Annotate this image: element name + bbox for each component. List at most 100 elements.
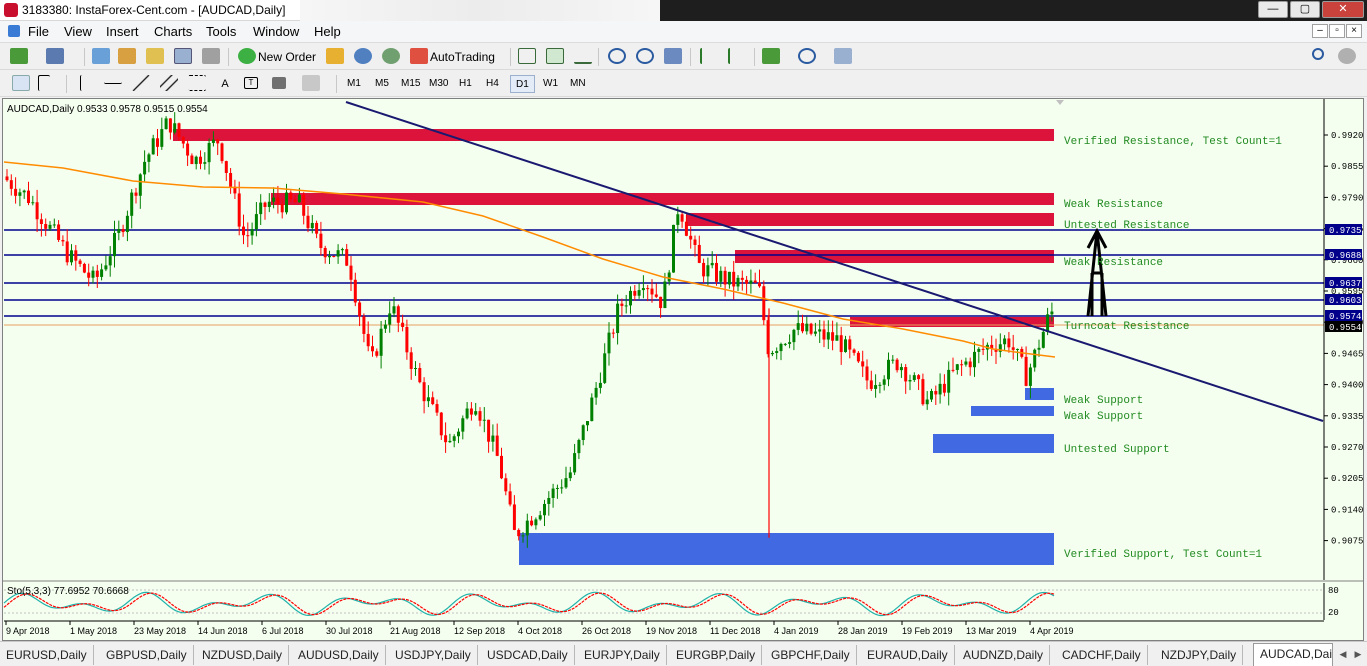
tab-eurgbp[interactable]: EURGBP,Daily bbox=[670, 645, 763, 665]
timeframe-h4[interactable]: H4 bbox=[481, 75, 504, 93]
tabs-scroll-left-icon[interactable]: ◀ bbox=[1336, 646, 1350, 662]
tab-euraud[interactable]: EURAUD,Daily bbox=[861, 645, 955, 665]
chart-window[interactable]: Verified Resistance, Test Count=1 Weak Re… bbox=[2, 98, 1364, 641]
tab-cadchf[interactable]: CADCHF,Daily bbox=[1056, 645, 1148, 665]
line-chart-icon[interactable] bbox=[574, 48, 592, 64]
mdi-close-button[interactable]: × bbox=[1346, 24, 1362, 38]
navigator-icon[interactable] bbox=[146, 48, 164, 64]
untested-resistance-zone[interactable] bbox=[686, 213, 1054, 226]
timeframe-d1[interactable]: D1 bbox=[510, 75, 535, 93]
timeframe-m5[interactable]: M5 bbox=[370, 75, 394, 93]
rectangle-icon[interactable] bbox=[272, 77, 286, 89]
fibonacci-icon[interactable] bbox=[188, 75, 206, 91]
trendline-icon[interactable] bbox=[132, 75, 150, 91]
menu-charts[interactable]: Charts bbox=[154, 24, 192, 39]
tab-usdjpy[interactable]: USDJPY,Daily bbox=[389, 645, 478, 665]
new-order-button[interactable]: New Order bbox=[258, 47, 316, 67]
price-chart[interactable]: Verified Resistance, Test Count=1 Weak Re… bbox=[3, 99, 1363, 640]
menu-view[interactable]: View bbox=[64, 24, 92, 39]
text-icon[interactable]: A bbox=[218, 74, 232, 94]
timeframe-m1[interactable]: M1 bbox=[342, 75, 366, 93]
bar-chart-icon[interactable] bbox=[518, 48, 536, 64]
zoom-out-icon[interactable] bbox=[636, 48, 654, 64]
bullish-candle bbox=[878, 384, 882, 386]
timeframe-m15[interactable]: M15 bbox=[396, 75, 425, 93]
verified-support-zone[interactable] bbox=[519, 533, 1054, 565]
tab-gbpchf[interactable]: GBPCHF,Daily bbox=[765, 645, 857, 665]
menu-file[interactable]: File bbox=[28, 24, 49, 39]
chat-icon[interactable] bbox=[1338, 48, 1356, 64]
tab-audcad[interactable]: AUDCAD,Daily bbox=[1253, 643, 1333, 666]
indicators-icon[interactable] bbox=[762, 48, 780, 64]
mdi-restore-button[interactable]: ▫ bbox=[1329, 24, 1345, 38]
periods-clock-icon[interactable] bbox=[798, 48, 816, 64]
tab-nzdjpy[interactable]: NZDJPY,Daily bbox=[1155, 645, 1244, 665]
untested-support-zone[interactable] bbox=[933, 434, 1054, 453]
vertical-line-icon[interactable] bbox=[80, 75, 86, 91]
maximize-button[interactable]: ▢ bbox=[1290, 1, 1320, 18]
autotrading-icon[interactable] bbox=[410, 48, 428, 64]
bearish-candle bbox=[375, 351, 379, 356]
bullish-candle bbox=[616, 303, 620, 334]
close-button[interactable]: ✕ bbox=[1322, 1, 1364, 18]
menu-tools[interactable]: Tools bbox=[206, 24, 236, 39]
search-icon[interactable] bbox=[1312, 48, 1324, 60]
mdi-minimize-button[interactable]: – bbox=[1312, 24, 1328, 38]
menu-insert[interactable]: Insert bbox=[106, 24, 139, 39]
market-watch-icon[interactable] bbox=[92, 48, 110, 64]
text-label-icon[interactable]: T bbox=[244, 77, 258, 89]
arrows-icon[interactable] bbox=[302, 75, 320, 91]
tab-audnzd[interactable]: AUDNZD,Daily bbox=[957, 645, 1051, 665]
channel-icon[interactable] bbox=[160, 75, 178, 91]
date-tick-label: 30 Jul 2018 bbox=[326, 626, 373, 636]
data-window-icon[interactable] bbox=[118, 48, 136, 64]
tab-eurjpy[interactable]: EURJPY,Daily bbox=[578, 645, 667, 665]
crosshair-icon[interactable] bbox=[38, 75, 50, 91]
metaeditor-icon[interactable] bbox=[326, 48, 344, 64]
tab-audusd[interactable]: AUDUSD,Daily bbox=[292, 645, 386, 665]
profiles-icon[interactable] bbox=[46, 48, 64, 64]
level-price-label: 0.9637 bbox=[1329, 279, 1361, 289]
bearish-candle bbox=[904, 367, 908, 382]
tile-windows-icon[interactable] bbox=[664, 48, 682, 64]
menu-help[interactable]: Help bbox=[314, 24, 341, 39]
tab-eurusd[interactable]: EURUSD,Daily bbox=[0, 645, 94, 665]
tab-nzdusd[interactable]: NZDUSD,Daily bbox=[196, 645, 290, 665]
bearish-candle bbox=[981, 348, 985, 350]
tab-gbpusd[interactable]: GBPUSD,Daily bbox=[100, 645, 194, 665]
strategy-tester-icon[interactable] bbox=[202, 48, 220, 64]
signals-icon[interactable] bbox=[382, 48, 400, 64]
weak-support-zone-2[interactable] bbox=[971, 406, 1054, 416]
bullish-candle bbox=[448, 440, 452, 443]
bullish-candle bbox=[629, 290, 632, 306]
candlestick-chart-icon[interactable] bbox=[546, 48, 564, 64]
autotrading-button[interactable]: AutoTrading bbox=[430, 47, 495, 67]
timeframe-w1[interactable]: W1 bbox=[538, 75, 563, 93]
horizontal-line-icon[interactable] bbox=[104, 75, 122, 84]
new-chart-icon[interactable] bbox=[10, 48, 28, 64]
tabs-scroll-right-icon[interactable]: ▶ bbox=[1351, 646, 1365, 662]
timeframe-m30[interactable]: M30 bbox=[424, 75, 453, 93]
weak-support-zone[interactable] bbox=[1025, 388, 1054, 400]
minimize-button[interactable]: — bbox=[1258, 1, 1288, 18]
community-icon[interactable] bbox=[354, 48, 372, 64]
weak-resistance-zone-2[interactable] bbox=[735, 250, 1054, 263]
bearish-candle bbox=[680, 214, 684, 222]
cursor-icon[interactable] bbox=[12, 75, 30, 91]
tab-usdcad[interactable]: USDCAD,Daily bbox=[481, 645, 575, 665]
bullish-candle bbox=[637, 290, 641, 296]
zoom-in-icon[interactable] bbox=[608, 48, 626, 64]
terminal-icon[interactable] bbox=[174, 48, 192, 64]
bullish-candle bbox=[22, 190, 26, 193]
bearish-candle bbox=[650, 288, 654, 295]
bearish-candle bbox=[487, 419, 491, 442]
timeframe-mn[interactable]: MN bbox=[565, 75, 591, 93]
templates-icon[interactable] bbox=[834, 48, 852, 64]
chart-shift-icon[interactable] bbox=[700, 48, 718, 64]
new-order-icon[interactable] bbox=[238, 48, 256, 64]
verified-resistance-zone[interactable] bbox=[173, 129, 1054, 141]
auto-scroll-icon[interactable] bbox=[728, 48, 746, 64]
bullish-candle bbox=[891, 359, 895, 361]
menu-window[interactable]: Window bbox=[253, 24, 299, 39]
timeframe-h1[interactable]: H1 bbox=[454, 75, 477, 93]
